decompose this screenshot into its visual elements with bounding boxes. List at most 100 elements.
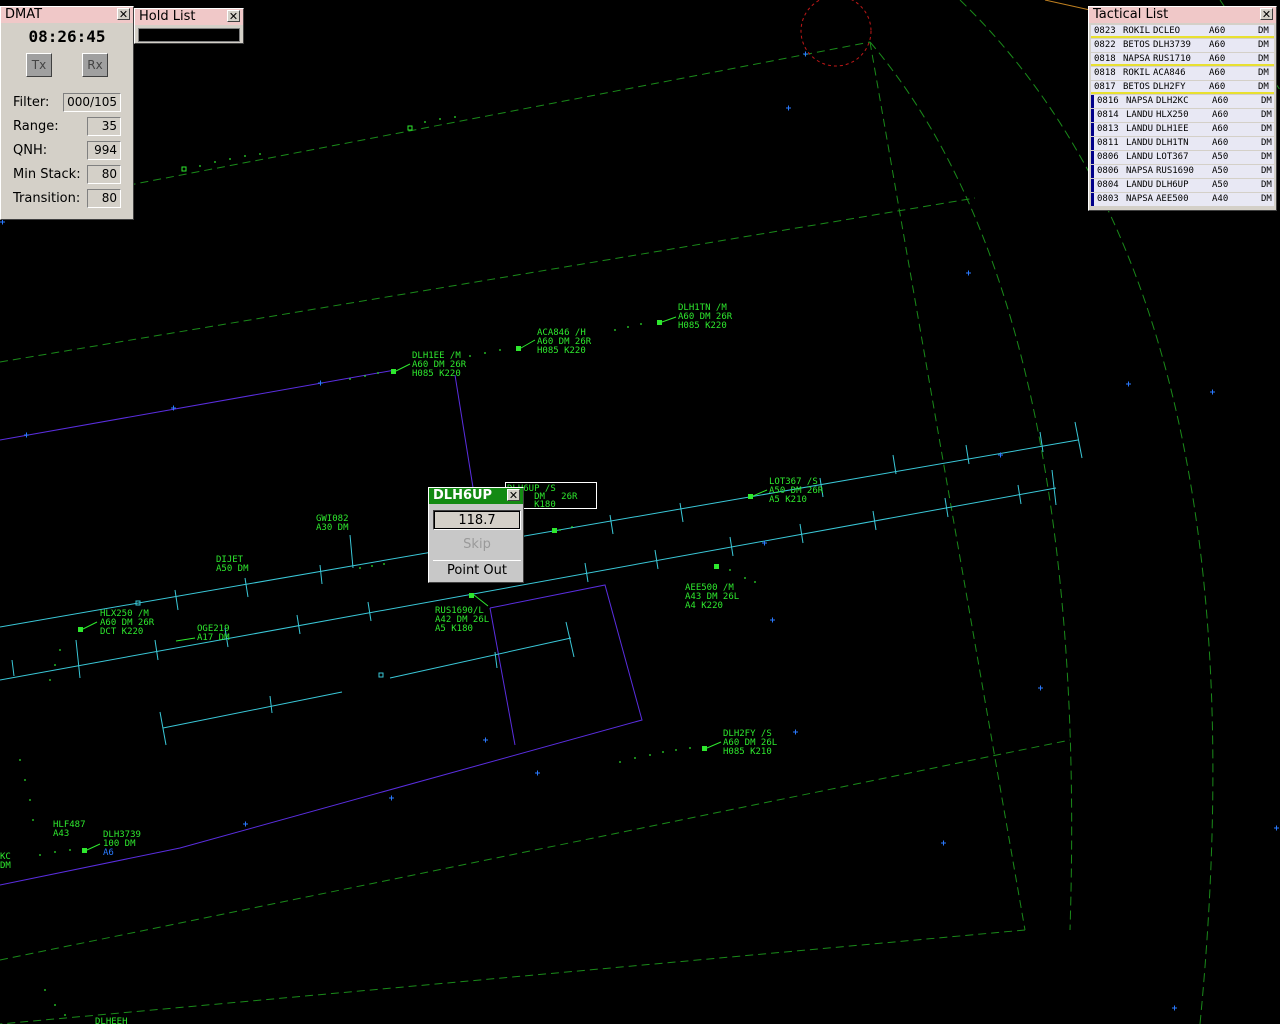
track-label-line[interactable]: A30 DM bbox=[316, 523, 349, 533]
target-HLX250 bbox=[78, 627, 83, 632]
tactical-list-ap: DM bbox=[1261, 152, 1272, 162]
tactical-list-rows: 0823 ROKIL DCLEO A60 DM 0822 BETOS DLH3739 A60 DM… bbox=[1089, 25, 1276, 206]
tactical-list-callsign: DLH3739 bbox=[1153, 40, 1191, 50]
tactical-list-alt: A60 bbox=[1209, 82, 1226, 92]
tactical-list-callsign: DLH2FY bbox=[1153, 82, 1186, 92]
tactical-list-window[interactable]: Tactical List ✕ 0823 ROKIL DCLEO A60 DM 0822 B… bbox=[1088, 6, 1277, 211]
tactical-list-row[interactable]: 0806 NAPSA RUS1690 A50 DM bbox=[1091, 165, 1274, 178]
tactical-list-alt: A60 bbox=[1209, 68, 1226, 78]
tactical-list-callsign: DCLEO bbox=[1153, 26, 1181, 36]
tx-button[interactable]: Tx bbox=[26, 53, 52, 77]
tactical-list-row[interactable]: 0818 ROKIL ACA846 A60 DM bbox=[1091, 67, 1274, 80]
point-out-button[interactable]: Point Out bbox=[433, 560, 521, 580]
filter-row: Filter: 000/105 bbox=[13, 93, 121, 113]
range-label: Range: bbox=[13, 119, 59, 134]
qnh-row: QNH: 994 bbox=[13, 141, 121, 161]
target-LOT367 bbox=[748, 494, 753, 499]
target-ACA846 bbox=[516, 346, 521, 351]
tactical-list-alt: A40 bbox=[1212, 194, 1229, 204]
dmat-window[interactable]: DMAT ✕ 08:26:45 Tx Rx Filter: 000/105 Ra… bbox=[0, 6, 134, 220]
tactical-list-ap: DM bbox=[1261, 110, 1272, 120]
track-label-line[interactable]: H085 K220 bbox=[678, 321, 727, 331]
tactical-list-callsign: AEE500 bbox=[1156, 194, 1189, 204]
tactical-list-alt: A60 bbox=[1212, 110, 1229, 120]
popup-close-icon[interactable]: ✕ bbox=[507, 489, 520, 501]
track-label-line[interactable]: A5 K210 bbox=[769, 495, 807, 505]
tactical-list-ap: DM bbox=[1261, 124, 1272, 134]
tactical-list-row[interactable]: 0806 LANDU LOT367 A50 DM bbox=[1091, 151, 1274, 164]
minstack-field[interactable]: 80 bbox=[87, 165, 121, 184]
track-label-line[interactable]: H085 K220 bbox=[537, 346, 586, 356]
track-label-line[interactable]: DM bbox=[0, 861, 11, 871]
track-label-line[interactable]: A43 bbox=[53, 829, 69, 839]
tactical-list-row[interactable]: 0813 LANDU DLH1EE A60 DM bbox=[1091, 123, 1274, 136]
tactical-list-time: 0804 bbox=[1097, 180, 1119, 190]
tactical-list-fix: NAPSA bbox=[1123, 54, 1151, 64]
track-history bbox=[19, 116, 756, 1016]
filter-field[interactable]: 000/105 bbox=[63, 93, 121, 112]
rx-button[interactable]: Rx bbox=[82, 53, 108, 77]
transition-row: Transition: 80 bbox=[13, 189, 121, 209]
tactical-list-callsign: DLH1TN bbox=[1156, 138, 1189, 148]
tactical-list-row[interactable]: 0803 NAPSA AEE500 A40 DM bbox=[1091, 193, 1274, 206]
airway-line bbox=[1044, 0, 1091, 11]
range-field[interactable]: 35 bbox=[87, 117, 121, 136]
tactical-list-row[interactable]: 0804 LANDU DLH6UP A50 DM bbox=[1091, 179, 1274, 192]
track-labels[interactable]: DLH1TN /MA60 DM 26R H085 K220ACA846 /HA6… bbox=[0, 303, 824, 1024]
track-popup-menu[interactable]: DLH6UP ✕ 118.7 Skip Point Out bbox=[428, 487, 524, 583]
dmat-titlebar[interactable]: DMAT ✕ bbox=[1, 7, 133, 23]
hold-list-content[interactable] bbox=[138, 28, 240, 42]
tactical-list-callsign: DLH2KC bbox=[1156, 96, 1189, 106]
tactical-list-ap: DM bbox=[1258, 40, 1269, 50]
tactical-list-row[interactable]: 0822 BETOS DLH3739 A60 DM bbox=[1091, 39, 1274, 52]
track-targets[interactable] bbox=[78, 320, 753, 853]
tactical-list-row[interactable]: 0818 NAPSA RUS1710 A60 DM bbox=[1091, 53, 1274, 66]
tactical-list-row[interactable]: 0811 LANDU DLH1TN A60 DM bbox=[1091, 137, 1274, 150]
tactical-list-ap: DM bbox=[1261, 180, 1272, 190]
track-label-line[interactable]: A4 K220 bbox=[685, 601, 723, 611]
tactical-list-row[interactable]: 0817 BETOS DLH2FY A60 DM bbox=[1091, 81, 1274, 94]
tactical-list-fix: LANDU bbox=[1126, 124, 1154, 134]
tactical-list-fix: BETOS bbox=[1123, 82, 1151, 92]
track-label-line[interactable]: A17 DM bbox=[197, 633, 230, 643]
minstack-label: Min Stack: bbox=[13, 167, 81, 182]
tactical-list-row[interactable]: 0814 LANDU HLX250 A60 DM bbox=[1091, 109, 1274, 122]
fix-squares bbox=[135, 125, 413, 678]
dmat-close-icon[interactable]: ✕ bbox=[117, 8, 130, 20]
restricted-area-circle bbox=[800, 0, 872, 67]
popup-titlebar[interactable]: DLH6UP ✕ bbox=[429, 488, 523, 504]
track-label-line[interactable]: DLHEEH bbox=[95, 1017, 128, 1024]
tactical-list-ap: DM bbox=[1258, 26, 1269, 36]
tactical-list-fix: ROKIL bbox=[1123, 26, 1151, 36]
hold-list-window[interactable]: Hold List ✕ bbox=[134, 8, 244, 44]
frequency-button[interactable]: 118.7 bbox=[433, 510, 521, 530]
qnh-field[interactable]: 994 bbox=[87, 141, 121, 160]
tactical-list-titlebar[interactable]: Tactical List ✕ bbox=[1089, 7, 1276, 23]
track-label-line[interactable]: H085 K210 bbox=[723, 747, 772, 757]
track-label-line[interactable]: DCT K220 bbox=[100, 627, 143, 637]
tactical-list-time: 0806 bbox=[1097, 152, 1119, 162]
tactical-list-time: 0811 bbox=[1097, 138, 1119, 148]
tactical-list-fix: LANDU bbox=[1126, 180, 1154, 190]
target-DLH1EE bbox=[391, 369, 396, 374]
range-row: Range: 35 bbox=[13, 117, 121, 137]
leader-lines bbox=[82, 316, 768, 851]
tactical-list-ap: DM bbox=[1258, 68, 1269, 78]
tactical-list-time: 0806 bbox=[1097, 166, 1119, 176]
tactical-list-callsign: DLH1EE bbox=[1156, 124, 1189, 134]
track-label-line[interactable]: A6 bbox=[103, 848, 114, 858]
track-label-line[interactable]: H085 K220 bbox=[412, 369, 461, 379]
skip-button[interactable]: Skip bbox=[433, 535, 521, 555]
transition-field[interactable]: 80 bbox=[87, 189, 121, 208]
tactical-list-row[interactable]: 0816 NAPSA DLH2KC A60 DM bbox=[1091, 95, 1274, 108]
hold-list-close-icon[interactable]: ✕ bbox=[227, 10, 240, 22]
tactical-list-row[interactable]: 0823 ROKIL DCLEO A60 DM bbox=[1091, 25, 1274, 38]
track-label-line[interactable]: A50 DM bbox=[216, 564, 249, 574]
tactical-list-ap: DM bbox=[1261, 166, 1272, 176]
tactical-list-callsign: HLX250 bbox=[1156, 110, 1189, 120]
hold-list-titlebar[interactable]: Hold List ✕ bbox=[135, 9, 243, 25]
tactical-list-time: 0813 bbox=[1097, 124, 1119, 134]
track-label-line[interactable]: A5 K180 bbox=[435, 624, 473, 634]
target-DLH1TN bbox=[657, 320, 662, 325]
tactical-list-close-icon[interactable]: ✕ bbox=[1260, 8, 1273, 20]
